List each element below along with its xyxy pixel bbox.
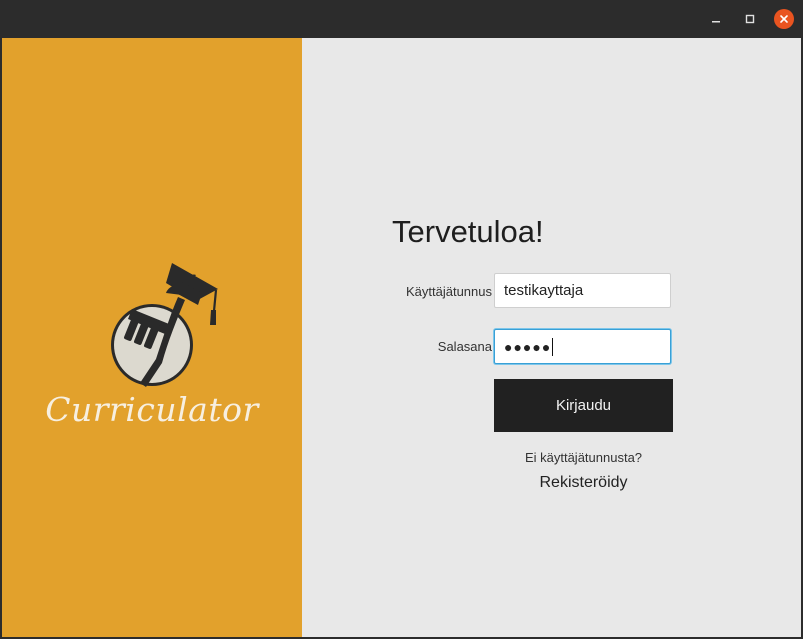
graduate-brush-icon	[111, 263, 218, 387]
password-field[interactable]: ●●●●●	[494, 329, 671, 364]
maximize-button[interactable]	[740, 9, 760, 29]
username-label: Käyttäjätunnus	[405, 284, 492, 299]
login-button[interactable]: Kirjaudu	[494, 379, 673, 432]
close-button[interactable]	[774, 9, 794, 29]
username-field[interactable]: testikayttaja	[494, 273, 671, 308]
password-masked-value: ●●●●●	[504, 338, 552, 355]
minimize-button[interactable]	[706, 9, 726, 29]
password-label: Salasana	[437, 339, 492, 354]
brand-name: Curriculator	[45, 390, 259, 429]
maximize-icon	[745, 14, 755, 24]
app-content: Curriculator Tervetuloa! Käyttäjätunnus …	[2, 38, 801, 637]
brand-panel: Curriculator	[2, 38, 302, 637]
welcome-heading: Tervetuloa!	[392, 214, 544, 249]
register-link[interactable]: Rekisteröidy	[494, 474, 673, 492]
title-bar	[0, 0, 803, 38]
username-value: testikayttaja	[504, 282, 584, 299]
minimize-icon	[712, 21, 720, 23]
no-account-text: Ei käyttäjätunnusta?	[524, 450, 643, 465]
app-window: Curriculator Tervetuloa! Käyttäjätunnus …	[0, 0, 803, 639]
text-caret	[552, 337, 554, 356]
close-icon	[780, 15, 788, 23]
login-panel: Tervetuloa! Käyttäjätunnus testikayttaja…	[302, 38, 801, 637]
